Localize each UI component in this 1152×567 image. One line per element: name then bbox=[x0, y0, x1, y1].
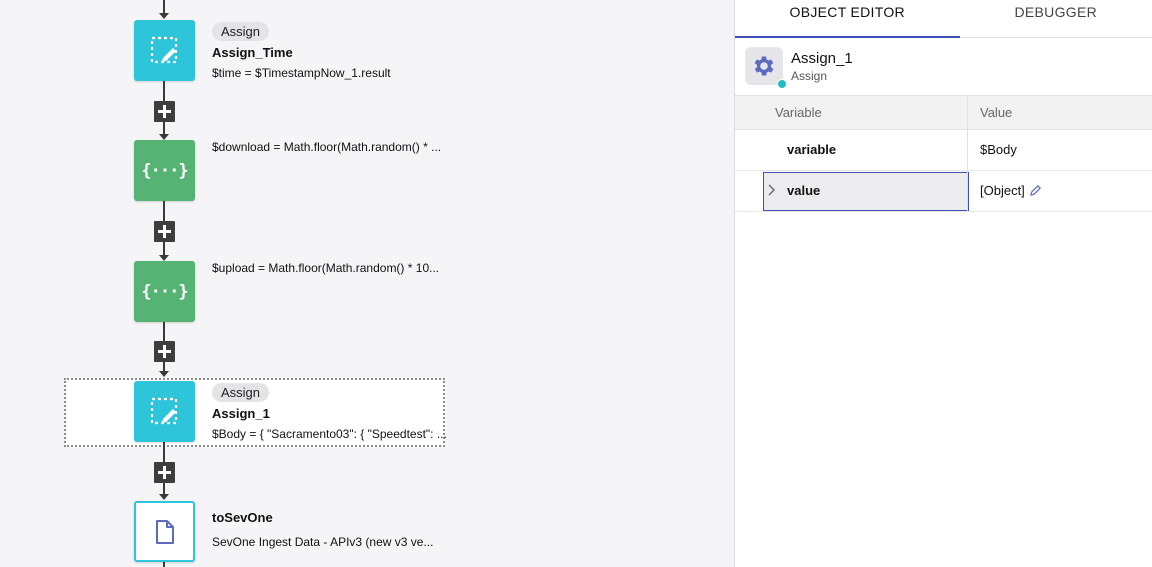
flow-node-script-download[interactable]: {···} bbox=[134, 140, 195, 201]
column-divider bbox=[967, 171, 968, 211]
node-info: Assign Assign_Time $time = $TimestampNow… bbox=[212, 22, 452, 80]
document-icon bbox=[155, 519, 174, 544]
connector-line bbox=[163, 562, 165, 567]
object-icon bbox=[745, 47, 783, 85]
assign-icon bbox=[150, 36, 177, 63]
node-subtitle: $Body = { "Sacramento03": { "Speedtest":… bbox=[212, 427, 447, 441]
pencil-icon[interactable] bbox=[1029, 184, 1042, 197]
node-subtitle: $time = $TimestampNow_1.result bbox=[212, 66, 391, 80]
value-text: [Object] bbox=[980, 183, 1025, 198]
variable-value-cell[interactable]: $Body bbox=[980, 142, 1017, 157]
node-subtitle: $upload = Math.floor(Math.random() * 10.… bbox=[212, 261, 440, 275]
panel-tabs: OBJECT EDITOR DEBUGGER bbox=[735, 0, 1152, 38]
add-step-button[interactable] bbox=[154, 221, 175, 242]
node-info: toSevOne SevOne Ingest Data - APIv3 (new… bbox=[212, 510, 452, 549]
column-header-variable: Variable bbox=[775, 105, 822, 120]
node-title: Assign_1 bbox=[212, 406, 270, 421]
object-name: Assign_1 bbox=[791, 50, 853, 67]
node-title: Assign_Time bbox=[212, 45, 293, 60]
assign-icon bbox=[150, 397, 177, 424]
table-row[interactable]: variable $Body bbox=[735, 130, 1152, 171]
tab-debugger[interactable]: DEBUGGER bbox=[959, 0, 1152, 37]
table-row[interactable]: value [Object] bbox=[735, 171, 1152, 212]
flow-canvas[interactable]: Assign Assign_Time $time = $TimestampNow… bbox=[0, 0, 734, 567]
object-header: Assign_1 Assign bbox=[735, 38, 1152, 95]
object-type: Assign bbox=[791, 69, 828, 83]
column-divider bbox=[967, 130, 968, 170]
node-title: toSevOne bbox=[212, 510, 273, 525]
tab-object-editor[interactable]: OBJECT EDITOR bbox=[735, 0, 959, 37]
flow-node-script-upload[interactable]: {···} bbox=[134, 261, 195, 322]
connector-arrow bbox=[159, 13, 169, 19]
flow-node-tosevone[interactable] bbox=[134, 501, 195, 562]
flow-node-assign-time[interactable] bbox=[134, 20, 195, 81]
column-divider bbox=[967, 96, 968, 129]
variable-name-cell: variable bbox=[787, 142, 837, 157]
value-text: $Body bbox=[980, 142, 1017, 157]
connector-arrow bbox=[159, 494, 169, 500]
node-type-chip: Assign bbox=[212, 22, 270, 41]
gear-icon bbox=[754, 56, 774, 76]
add-step-button[interactable] bbox=[154, 101, 175, 122]
curly-braces-icon: {···} bbox=[141, 281, 188, 302]
chevron-right-icon[interactable] bbox=[767, 183, 777, 197]
curly-braces-icon: {···} bbox=[141, 160, 188, 181]
variable-value-cell[interactable]: [Object] bbox=[980, 183, 1042, 198]
table-header: Variable Value bbox=[735, 95, 1152, 130]
node-subtitle: $download = Math.floor(Math.random() * .… bbox=[212, 140, 442, 154]
flow-node-assign-1[interactable] bbox=[134, 381, 195, 442]
object-editor-panel: OBJECT EDITOR DEBUGGER Assign_1 Assign V… bbox=[734, 0, 1152, 567]
node-info: $download = Math.floor(Math.random() * .… bbox=[212, 140, 452, 154]
add-step-button[interactable] bbox=[154, 462, 175, 483]
node-info: Assign Assign_1 $Body = { "Sacramento03"… bbox=[212, 383, 452, 441]
connector-line bbox=[163, 0, 165, 14]
node-subtitle: SevOne Ingest Data - APIv3 (new v3 ve... bbox=[212, 535, 434, 549]
status-dot bbox=[777, 79, 787, 89]
node-info: $upload = Math.floor(Math.random() * 10.… bbox=[212, 261, 452, 275]
column-header-value: Value bbox=[980, 105, 1013, 120]
variable-name-cell: value bbox=[787, 183, 821, 198]
add-step-button[interactable] bbox=[154, 341, 175, 362]
node-type-chip: Assign bbox=[212, 383, 270, 402]
connector-arrow bbox=[159, 371, 169, 377]
